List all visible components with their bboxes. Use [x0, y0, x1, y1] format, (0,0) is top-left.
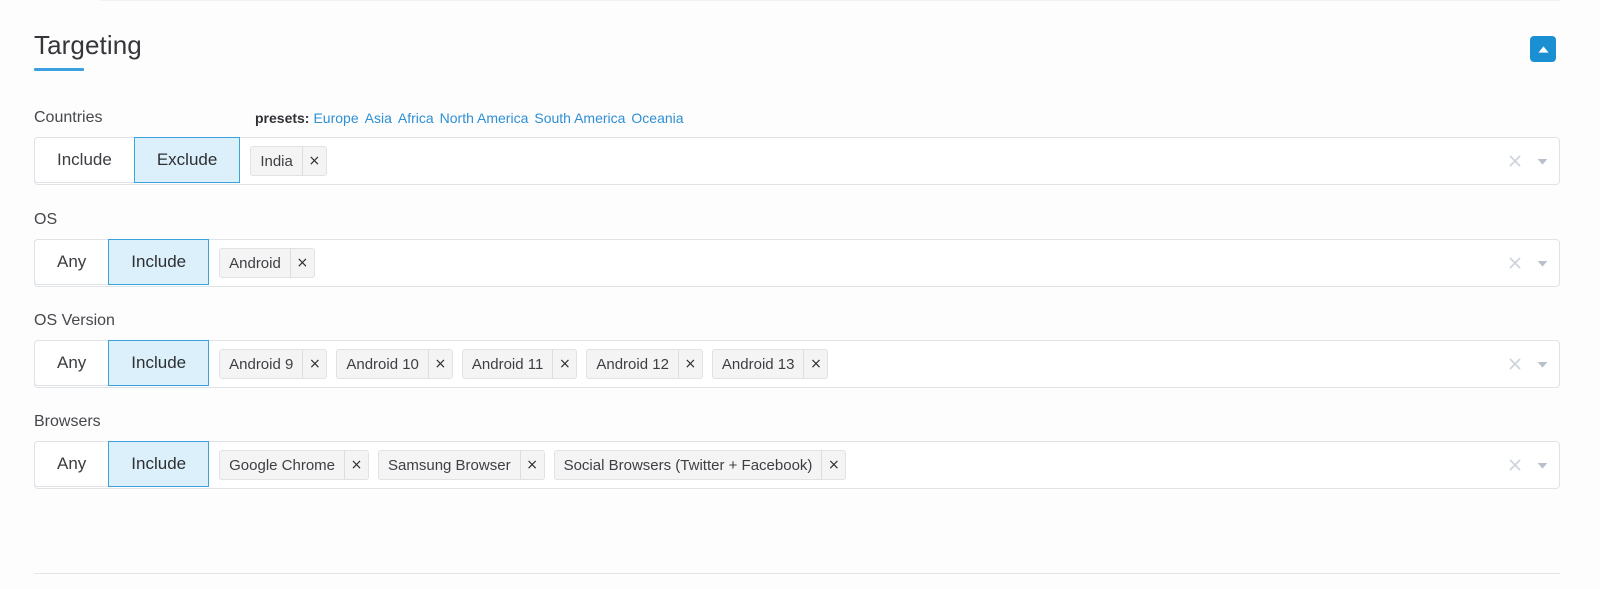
chevron-down-icon[interactable] [1535, 357, 1549, 371]
tag-label: Samsung Browser [388, 456, 511, 474]
browsers-label: Browsers [34, 413, 101, 430]
os-version-label: OS Version [34, 312, 115, 329]
tag-label: Social Browsers (Twitter + Facebook) [563, 456, 813, 474]
countries-mode-include[interactable]: Include [34, 137, 134, 183]
tag-label: Google Chrome [229, 456, 336, 474]
tag-android-9: Android 9 × [219, 349, 328, 379]
preset-link-south-america[interactable]: South America [534, 110, 625, 126]
collapse-panel-button[interactable] [1530, 36, 1556, 62]
tag-label: Android 9 [229, 355, 294, 373]
clear-all-icon[interactable] [1508, 357, 1522, 371]
countries-mode-exclude[interactable]: Exclude [133, 137, 241, 183]
tag-label: India [260, 152, 293, 170]
os-version-mode-include[interactable]: Include [108, 340, 210, 386]
os-version-mode-any[interactable]: Any [34, 340, 109, 386]
field-row-countries: Countries presets: Europe Asia Africa North … [34, 108, 1560, 185]
tag-remove-icon[interactable]: × [344, 451, 368, 479]
countries-label: Countries [34, 109, 103, 126]
tag-samsung-browser: Samsung Browser × [378, 450, 545, 480]
chevron-down-icon[interactable] [1535, 256, 1549, 270]
tag-remove-icon[interactable]: × [301, 147, 326, 175]
clear-all-icon[interactable] [1508, 256, 1522, 270]
browsers-tags[interactable]: Google Chrome × Samsung Browser × Social… [209, 442, 1559, 488]
chevron-down-icon[interactable] [1535, 154, 1549, 168]
preset-link-north-america[interactable]: North America [440, 110, 529, 126]
panel-bottom-divider [34, 573, 1560, 574]
page-title: Targeting [34, 30, 142, 60]
preset-link-oceania[interactable]: Oceania [631, 110, 683, 126]
panel-top-divider [100, 0, 1560, 1]
tag-label: Android 13 [721, 355, 795, 373]
os-mode-any[interactable]: Any [34, 239, 109, 285]
os-mode-toggle: Any Include [34, 239, 210, 285]
field-row-browsers: Browsers Any Include Google Chrome × Sam… [34, 412, 1560, 489]
tag-label: Android [229, 254, 281, 272]
field-row-os-version: OS Version Any Include Android 9 × Andro… [34, 311, 1560, 388]
tag-remove-icon[interactable]: × [427, 350, 452, 378]
preset-link-europe[interactable]: Europe [313, 110, 358, 126]
browsers-control: Any Include Google Chrome × Samsung Brow… [34, 441, 1560, 489]
preset-link-africa[interactable]: Africa [398, 110, 434, 126]
tag-social-browsers: Social Browsers (Twitter + Facebook) × [553, 450, 847, 480]
os-version-field-actions [1508, 341, 1549, 387]
tag-india: India × [250, 146, 327, 176]
os-control: Any Include Android × [34, 239, 1560, 287]
tag-remove-icon[interactable]: × [821, 451, 845, 479]
browsers-field-actions [1508, 442, 1549, 488]
tag-label: Android 10 [346, 355, 419, 373]
tag-android-10: Android 10 × [336, 349, 453, 379]
tag-android: Android × [219, 248, 315, 278]
countries-control: Include Exclude India × [34, 137, 1560, 185]
tag-label: Android 11 [471, 355, 544, 373]
tag-google-chrome: Google Chrome × [219, 450, 370, 480]
tag-android-11: Android 11 × [461, 349, 578, 379]
countries-tags[interactable]: India × [240, 138, 1559, 184]
tag-remove-icon[interactable]: × [552, 350, 576, 378]
tag-remove-icon[interactable]: × [803, 350, 827, 378]
field-row-os: OS Any Include Android × [34, 210, 1560, 287]
countries-mode-toggle: Include Exclude [34, 137, 241, 183]
preset-link-asia[interactable]: Asia [365, 110, 392, 126]
os-version-mode-toggle: Any Include [34, 340, 210, 386]
os-version-control: Any Include Android 9 × Android 10 × And… [34, 340, 1560, 388]
tag-android-13: Android 13 × [711, 349, 829, 379]
tag-remove-icon[interactable]: × [519, 451, 544, 479]
targeting-panel: Targeting Countries presets: Europe Asia Af… [0, 0, 1600, 589]
tag-label: Android 12 [596, 355, 669, 373]
tag-remove-icon[interactable]: × [677, 350, 702, 378]
clear-all-icon[interactable] [1508, 458, 1522, 472]
tag-android-12: Android 12 × [586, 349, 703, 379]
countries-field-actions [1508, 138, 1549, 184]
clear-all-icon[interactable] [1508, 154, 1522, 168]
tag-remove-icon[interactable]: × [302, 350, 326, 378]
os-mode-include[interactable]: Include [108, 239, 210, 285]
browsers-mode-include[interactable]: Include [108, 441, 210, 487]
os-tags[interactable]: Android × [209, 240, 1559, 286]
countries-label-line: Countries presets: Europe Asia Africa North … [34, 108, 1560, 128]
os-field-actions [1508, 240, 1549, 286]
triangle-up-icon [1537, 45, 1550, 54]
os-label: OS [34, 211, 58, 228]
presets-row: presets: Europe Asia Africa North America Sou… [255, 108, 684, 128]
browsers-mode-any[interactable]: Any [34, 441, 109, 487]
chevron-down-icon[interactable] [1535, 458, 1549, 472]
presets-label: presets: [255, 110, 310, 126]
os-version-tags[interactable]: Android 9 × Android 10 × Android 11 × An… [209, 341, 1559, 387]
tag-remove-icon[interactable]: × [289, 249, 314, 277]
browsers-mode-toggle: Any Include [34, 441, 210, 487]
title-underline [34, 68, 84, 71]
panel-header: Targeting [34, 28, 1560, 76]
